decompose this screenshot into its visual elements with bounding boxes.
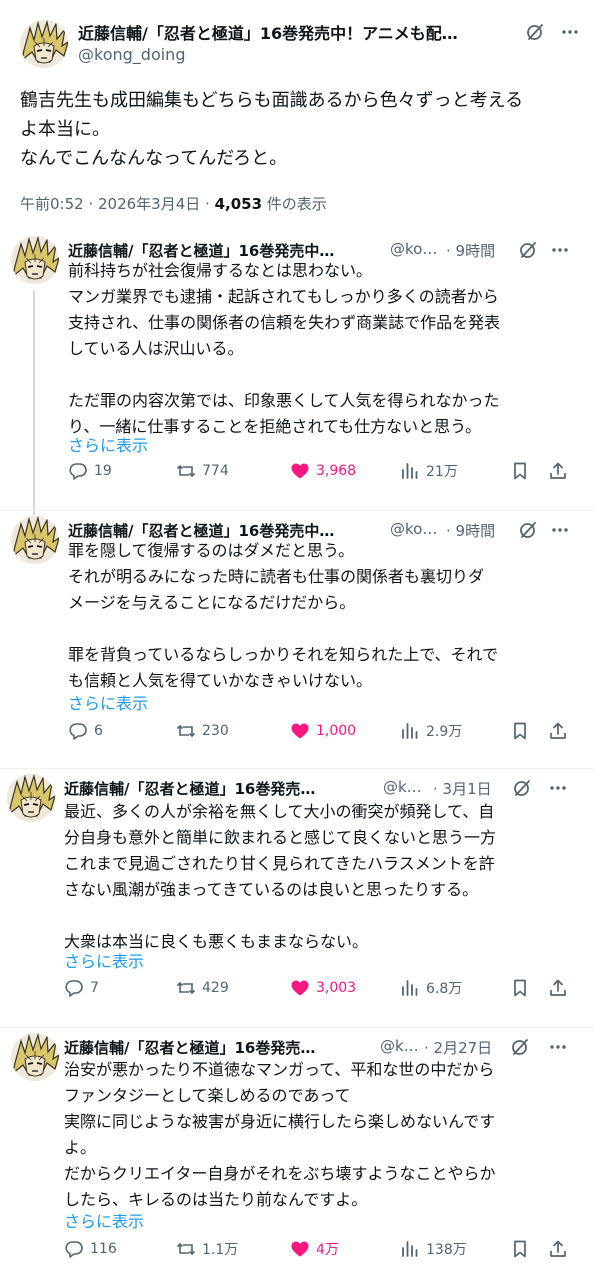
post-text: 鶴吉先生も成田編集もどちらも面識あるから色々ずっと考える よ本当に。 なんでこん… [20,90,524,169]
like-count: 1,000 [316,723,357,739]
post-timestamp[interactable]: 午前0:52 · 2026年3月4日 · [20,195,215,213]
author-display-name[interactable]: 近藤信輔/「忍者と極道」16巻発売中！アニメも配… [78,20,518,44]
avatar[interactable] [11,516,59,564]
heart-icon [290,978,316,998]
repost-icon [176,461,202,481]
more-icon[interactable] [550,520,570,540]
repost-button[interactable]: 1.1万 [176,1239,238,1259]
heart-icon [290,1239,316,1259]
like-button[interactable]: 1,000 [290,721,356,741]
share-button[interactable] [548,1239,568,1259]
reply-count: 116 [90,1241,117,1257]
more-icon[interactable] [560,22,580,42]
views-label: 件の表示 [262,195,327,213]
avatar[interactable] [11,1033,59,1081]
reply-count: 19 [94,463,112,479]
avatar[interactable] [7,774,55,822]
reply-author-name[interactable]: 近藤信輔/「忍者と極道」16巻発売… [64,778,369,799]
share-button[interactable] [548,721,568,741]
heart-icon [290,721,316,741]
post-meta: 午前0:52 · 2026年3月4日 · 4,053 件の表示 [20,193,327,214]
show-more-link[interactable]: さらに表示 [64,1208,144,1232]
like-button[interactable]: 4万 [290,1239,339,1259]
views-count: 21万 [426,464,458,480]
like-button[interactable]: 3,968 [290,461,356,481]
more-icon[interactable] [548,778,568,798]
reply-timestamp[interactable]: · 3月1日 [433,778,492,799]
views-button[interactable]: 138万 [400,1239,467,1259]
repost-count: 1.1万 [202,1242,239,1258]
repost-button[interactable]: 774 [176,461,229,481]
like-count: 4万 [316,1242,339,1258]
show-more-link[interactable]: さらに表示 [68,690,148,714]
reply-author-handle[interactable]: @ko… [390,240,437,258]
bookmark-button[interactable] [510,721,530,741]
reply-button[interactable]: 19 [68,461,112,481]
like-button[interactable]: 3,003 [290,978,356,998]
reply-button[interactable]: 116 [64,1239,117,1259]
reply-author-handle[interactable]: @ko… [390,520,437,538]
thread-connector-line [33,290,35,515]
views-icon [400,721,426,741]
repost-button[interactable]: 230 [176,721,229,741]
reply-count: 6 [94,723,103,739]
reply-icon [64,1239,90,1259]
reply-timestamp[interactable]: · 2月27日 [424,1037,492,1058]
share-button[interactable] [548,461,568,481]
share-button[interactable] [548,978,568,998]
repost-button[interactable]: 429 [176,978,229,998]
grok-icon[interactable] [525,22,545,42]
views-button[interactable]: 6.8万 [400,978,462,998]
reply-text: 罪を隠して復帰するのはダメだと思う。 それが明るみになった時に読者も仕事の関係者… [68,541,499,690]
reply-text: 前科持ちが社会復帰するなとは思わない。 マンガ業界でも逮捕・起訴されてもしっかり… [68,261,501,436]
views-icon [400,978,426,998]
bookmark-button[interactable] [510,978,530,998]
views-count: 4,053 [214,195,263,213]
repost-count: 230 [202,723,229,739]
more-icon[interactable] [548,1037,568,1057]
grok-icon[interactable] [510,1037,530,1057]
reply-divider [0,768,594,769]
author-handle[interactable]: @kong_doing [78,45,185,64]
reply-count: 7 [90,980,99,996]
reply-button[interactable]: 6 [68,721,103,741]
reply-button[interactable]: 7 [64,978,99,998]
repost-icon [176,721,202,741]
views-count: 2.9万 [426,724,463,740]
reply-author-handle[interactable]: @k… [380,1037,419,1055]
reply-author-handle[interactable]: @k… [383,778,422,796]
bookmark-button[interactable] [510,1239,530,1259]
repost-count: 774 [202,463,229,479]
views-icon [400,461,426,481]
reply-divider [0,1027,594,1028]
repost-icon [176,1239,202,1259]
avatar[interactable] [11,236,59,284]
reply-text: 治安が悪かったり不道徳なマンガって、平和な世の中だから ファンタジーとして楽しめ… [64,1060,496,1209]
views-icon [400,1239,426,1259]
show-more-link[interactable]: さらに表示 [68,432,148,456]
like-count: 3,003 [316,980,357,996]
heart-icon [290,461,316,481]
reply-icon [68,461,94,481]
repost-count: 429 [202,980,229,996]
repost-icon [176,978,202,998]
views-count: 138万 [426,1242,467,1258]
grok-icon[interactable] [518,240,538,260]
avatar[interactable] [20,20,68,68]
more-icon[interactable] [550,240,570,260]
reply-icon [64,978,90,998]
grok-icon[interactable] [518,520,538,540]
bookmark-button[interactable] [510,461,530,481]
views-count: 6.8万 [426,981,463,997]
views-button[interactable]: 2.9万 [400,721,462,741]
reply-divider [0,510,594,511]
grok-icon[interactable] [512,778,532,798]
reply-author-name[interactable]: 近藤信輔/「忍者と極道」16巻発売… [64,1037,364,1058]
reply-icon [68,721,94,741]
show-more-link[interactable]: さらに表示 [64,948,144,972]
reply-text: 最近、多くの人が余裕を無くして大小の衝突が頻発して、自 分自身も意外と簡単に飲ま… [64,802,497,951]
like-count: 3,968 [316,463,357,479]
views-button[interactable]: 21万 [400,461,458,481]
